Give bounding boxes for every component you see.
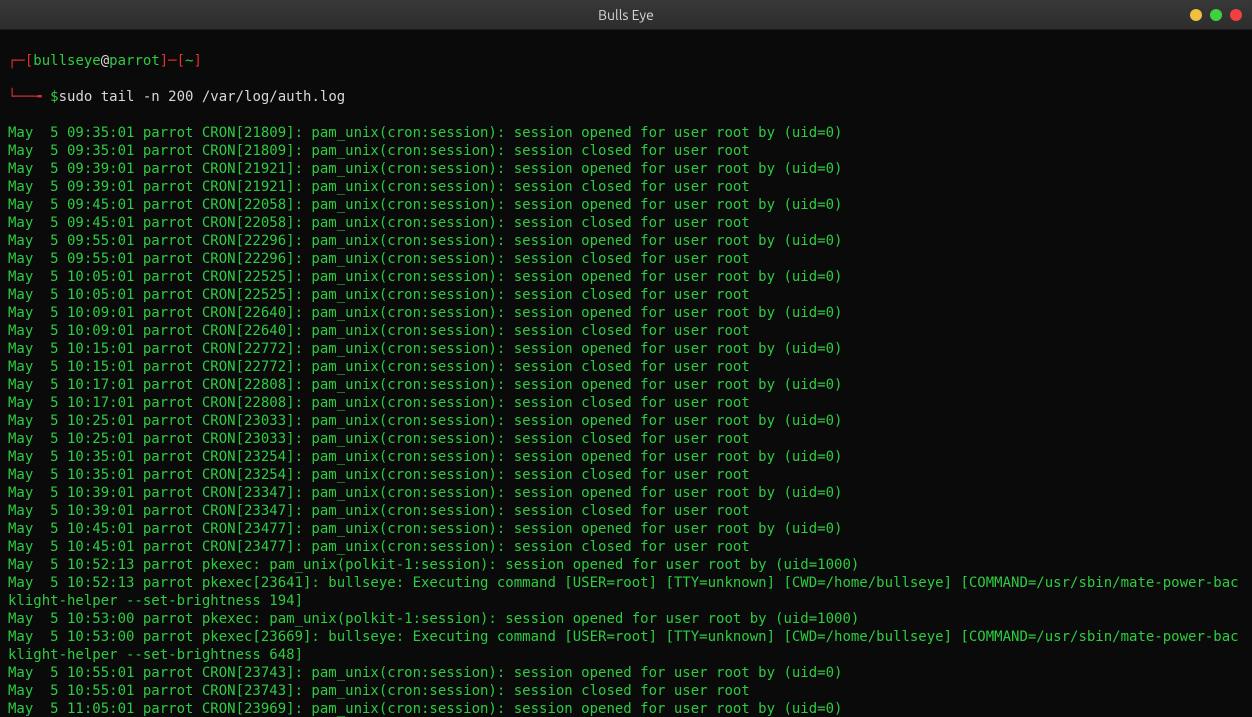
log-line: May 5 10:35:01 parrot CRON[23254]: pam_u… xyxy=(8,466,1244,484)
log-line: May 5 11:05:01 parrot CRON[23969]: pam_u… xyxy=(8,700,1244,717)
close-button[interactable] xyxy=(1230,9,1242,21)
log-line: May 5 09:39:01 parrot CRON[21921]: pam_u… xyxy=(8,178,1244,196)
log-output: May 5 09:35:01 parrot CRON[21809]: pam_u… xyxy=(8,124,1244,717)
log-line: May 5 10:52:13 parrot pkexec[23641]: bul… xyxy=(8,574,1244,610)
log-line: May 5 10:52:13 parrot pkexec: pam_unix(p… xyxy=(8,556,1244,574)
prompt-user: bullseye xyxy=(33,53,100,69)
prompt-bracket-end: ] xyxy=(193,53,201,69)
log-line: May 5 10:25:01 parrot CRON[23033]: pam_u… xyxy=(8,430,1244,448)
window-controls xyxy=(1190,9,1242,21)
log-line: May 5 10:39:01 parrot CRON[23347]: pam_u… xyxy=(8,502,1244,520)
prompt-at: @ xyxy=(101,53,109,69)
prompt-host: parrot xyxy=(109,53,160,69)
log-line: May 5 10:17:01 parrot CRON[22808]: pam_u… xyxy=(8,394,1244,412)
prompt-line2-prefix: └──╼ xyxy=(8,89,50,105)
log-line: May 5 09:45:01 parrot CRON[22058]: pam_u… xyxy=(8,214,1244,232)
prompt-line-2: └──╼ $sudo tail -n 200 /var/log/auth.log xyxy=(8,88,1244,106)
log-line: May 5 10:05:01 parrot CRON[22525]: pam_u… xyxy=(8,268,1244,286)
prompt-dollar: $ xyxy=(50,89,58,105)
log-line: May 5 09:35:01 parrot CRON[21809]: pam_u… xyxy=(8,142,1244,160)
titlebar: Bulls Eye xyxy=(0,0,1252,30)
log-line: May 5 10:55:01 parrot CRON[23743]: pam_u… xyxy=(8,682,1244,700)
log-line: May 5 10:25:01 parrot CRON[23033]: pam_u… xyxy=(8,412,1244,430)
maximize-button[interactable] xyxy=(1210,9,1222,21)
prompt-line-1: ┌─[bullseye@parrot]─[~] xyxy=(8,52,1244,70)
log-line: May 5 09:45:01 parrot CRON[22058]: pam_u… xyxy=(8,196,1244,214)
log-line: May 5 10:45:01 parrot CRON[23477]: pam_u… xyxy=(8,520,1244,538)
log-line: May 5 09:35:01 parrot CRON[21809]: pam_u… xyxy=(8,124,1244,142)
log-line: May 5 10:15:01 parrot CRON[22772]: pam_u… xyxy=(8,340,1244,358)
log-line: May 5 10:05:01 parrot CRON[22525]: pam_u… xyxy=(8,286,1244,304)
prompt-bracket-open: ┌─[ xyxy=(8,53,33,69)
log-line: May 5 09:39:01 parrot CRON[21921]: pam_u… xyxy=(8,160,1244,178)
log-line: May 5 10:09:01 parrot CRON[22640]: pam_u… xyxy=(8,304,1244,322)
log-line: May 5 09:55:01 parrot CRON[22296]: pam_u… xyxy=(8,250,1244,268)
log-line: May 5 09:55:01 parrot CRON[22296]: pam_u… xyxy=(8,232,1244,250)
log-line: May 5 10:45:01 parrot CRON[23477]: pam_u… xyxy=(8,538,1244,556)
log-line: May 5 10:55:01 parrot CRON[23743]: pam_u… xyxy=(8,664,1244,682)
minimize-button[interactable] xyxy=(1190,9,1202,21)
log-line: May 5 10:17:01 parrot CRON[22808]: pam_u… xyxy=(8,376,1244,394)
log-line: May 5 10:39:01 parrot CRON[23347]: pam_u… xyxy=(8,484,1244,502)
command-text: sudo tail -n 200 /var/log/auth.log xyxy=(59,89,346,105)
prompt-bracket-mid: ]─[ xyxy=(160,53,185,69)
log-line: May 5 10:53:00 parrot pkexec: pam_unix(p… xyxy=(8,610,1244,628)
log-line: May 5 10:35:01 parrot CRON[23254]: pam_u… xyxy=(8,448,1244,466)
log-line: May 5 10:53:00 parrot pkexec[23669]: bul… xyxy=(8,628,1244,664)
window-title: Bulls Eye xyxy=(598,7,654,23)
log-line: May 5 10:15:01 parrot CRON[22772]: pam_u… xyxy=(8,358,1244,376)
log-line: May 5 10:09:01 parrot CRON[22640]: pam_u… xyxy=(8,322,1244,340)
terminal[interactable]: ┌─[bullseye@parrot]─[~] └──╼ $sudo tail … xyxy=(0,30,1252,717)
